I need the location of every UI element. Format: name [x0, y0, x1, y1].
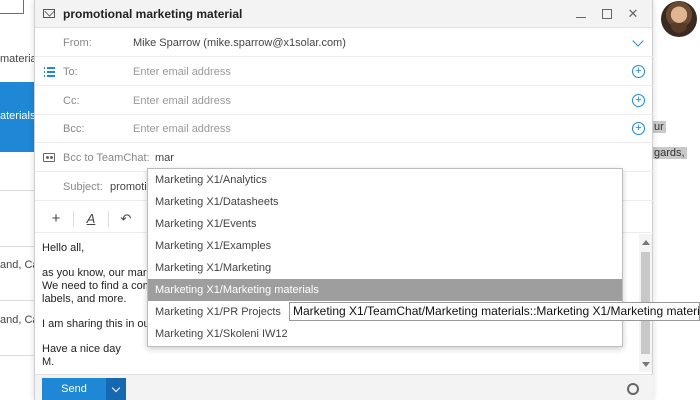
- teamchat-label: Bcc to TeamChat:: [63, 151, 150, 164]
- mail-icon: [43, 9, 55, 18]
- background-divider: [0, 190, 34, 191]
- background-selected-item[interactable]: aterials: [0, 82, 36, 152]
- cc-field[interactable]: Enter email address: [133, 95, 632, 107]
- list-icon[interactable]: [35, 67, 63, 77]
- background-divider: [0, 300, 34, 301]
- from-row: From: Mike Sparrow (mike.sparrow@x1solar…: [35, 29, 654, 57]
- to-field[interactable]: Enter email address: [133, 66, 632, 78]
- minimize-icon[interactable]: [570, 3, 592, 25]
- dialog-title: promotional marketing material: [63, 6, 243, 21]
- scroll-up-icon[interactable]: [642, 240, 650, 245]
- body-signature: M.: [42, 356, 55, 368]
- background-text: materia: [0, 53, 37, 65]
- autocomplete-item[interactable]: Marketing X1/Datasheets: [148, 191, 622, 213]
- undo-icon[interactable]: ↶: [113, 211, 139, 227]
- chevron-down-icon[interactable]: [632, 34, 644, 47]
- dialog-footer: Send: [35, 374, 654, 400]
- cc-row: Cc: Enter email address +: [35, 87, 654, 115]
- send-button[interactable]: Send: [42, 378, 106, 400]
- background-text: and, Ca: [0, 259, 39, 271]
- to-label: To:: [63, 65, 78, 78]
- to-row: To: Enter email address +: [35, 58, 654, 86]
- teamchat-icon: [43, 153, 55, 162]
- background-highlight: ur: [652, 121, 666, 133]
- scroll-down-icon[interactable]: [642, 362, 650, 367]
- from-field[interactable]: Mike Sparrow (mike.sparrow@x1solar.com): [133, 37, 634, 49]
- background-box: [0, 0, 24, 14]
- item-tooltip: Marketing X1/TeamChat/Marketing material…: [289, 302, 700, 321]
- dialog-titlebar: promotional marketing material ✕: [35, 0, 652, 28]
- autocomplete-item[interactable]: Marketing X1/Examples: [148, 235, 622, 257]
- background-divider: [0, 355, 34, 356]
- background-highlight: gards,: [652, 147, 687, 159]
- close-icon[interactable]: ✕: [622, 3, 644, 25]
- background-selected-text: aterials: [0, 110, 36, 122]
- plus-icon[interactable]: +: [43, 210, 69, 227]
- gear-icon[interactable]: [627, 383, 639, 395]
- maximize-icon[interactable]: [596, 3, 618, 25]
- text-format-icon[interactable]: A: [78, 211, 104, 226]
- autocomplete-item[interactable]: Marketing X1/Analytics: [148, 169, 622, 191]
- autocomplete-item-selected[interactable]: Marketing X1/Marketing materials: [148, 279, 622, 301]
- subject-label: Subject:: [63, 180, 103, 193]
- autocomplete-item[interactable]: Marketing X1/Marketing: [148, 257, 622, 279]
- background-text: and, Ca: [0, 314, 39, 326]
- autocomplete-item[interactable]: Marketing X1/Skoleni IW12: [148, 323, 622, 345]
- cc-label: Cc:: [63, 94, 80, 107]
- teamchat-input[interactable]: mar: [155, 152, 654, 164]
- background-divider: [0, 246, 34, 247]
- autocomplete-item[interactable]: Marketing X1/Events: [148, 213, 622, 235]
- bcc-label: Bcc:: [63, 122, 85, 135]
- send-options-button[interactable]: [106, 378, 126, 400]
- avatar[interactable]: [661, 1, 697, 37]
- from-label: From:: [63, 36, 92, 49]
- chevron-down-icon: [111, 383, 121, 392]
- plus-circle-icon[interactable]: +: [632, 65, 645, 78]
- plus-circle-icon[interactable]: +: [632, 94, 645, 107]
- plus-circle-icon[interactable]: +: [632, 122, 645, 135]
- bcc-row: Bcc: Enter email address +: [35, 115, 654, 143]
- bcc-field[interactable]: Enter email address: [133, 123, 632, 135]
